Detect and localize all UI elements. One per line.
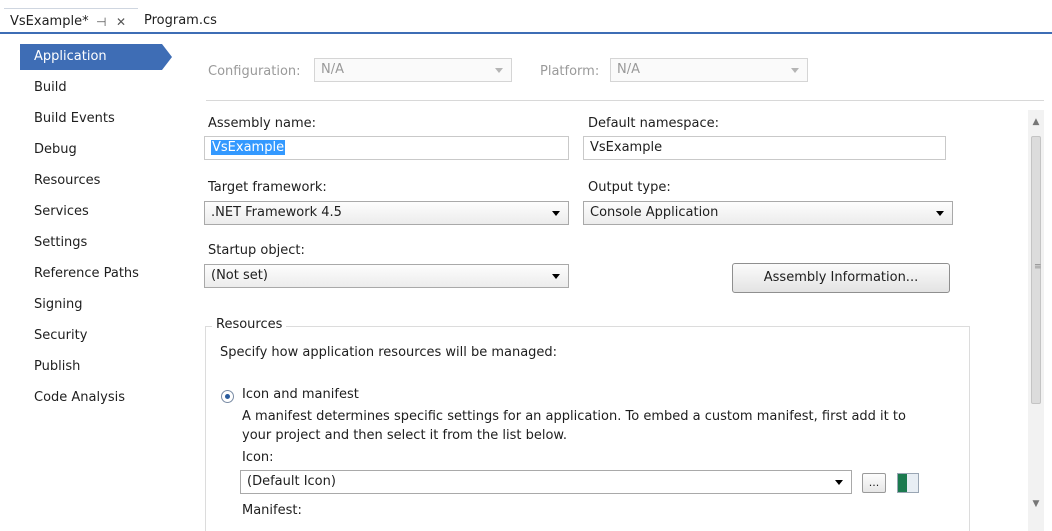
sidebar-item-build-events[interactable]: Build Events [20,106,162,132]
manifest-help-line-2: your project and then select it from the… [242,428,567,443]
sidebar-item-signing[interactable]: Signing [20,292,162,318]
resources-description: Specify how application resources will b… [220,345,558,360]
sidebar-item-label: Build Events [34,111,115,126]
assembly-name-input[interactable]: VsExample [204,136,569,160]
scrollbar-thumb[interactable]: ≡ [1031,136,1042,404]
sidebar-item-label: Services [34,204,89,219]
output-type-label: Output type: [588,180,671,195]
sidebar-item-label: Publish [34,359,81,374]
icon-and-manifest-label: Icon and manifest [242,387,359,402]
chevron-down-icon [791,68,799,73]
sidebar-item-label: Resources [34,173,101,188]
scroll-up-icon[interactable]: ▲ [1028,114,1044,130]
tab-accent-line [0,32,1052,34]
sidebar-item-reference-paths[interactable]: Reference Paths [20,261,162,287]
default-namespace-label: Default namespace: [588,116,720,131]
resources-group-title: Resources [212,317,287,332]
sidebar-item-label: Settings [34,235,88,250]
tab-vsexample[interactable]: VsExample* ⊣ ✕ [4,8,138,34]
output-type-dropdown[interactable]: Console Application [583,201,953,225]
sidebar-item-services[interactable]: Services [20,199,162,225]
target-framework-dropdown[interactable]: .NET Framework 4.5 [204,201,569,225]
sidebar-item-settings[interactable]: Settings [20,230,162,256]
sidebar-item-resources[interactable]: Resources [20,168,162,194]
icon-dropdown[interactable]: (Default Icon) [240,470,852,494]
icon-label: Icon: [242,450,274,465]
selected-arrow-icon [162,44,172,70]
manifest-label: Manifest: [242,503,302,518]
platform-label: Platform: [540,64,600,79]
icon-and-manifest-radio[interactable] [221,390,234,403]
startup-object-dropdown[interactable]: (Not set) [204,264,569,288]
chevron-down-icon [936,211,944,216]
tab-vsexample-label: VsExample* [10,14,89,29]
document-tab-bar: VsExample* ⊣ ✕ Program.cs [0,0,1052,34]
browse-icon-button[interactable]: ... [862,473,886,493]
sidebar-item-label: Application [34,49,107,64]
configuration-value: N/A [321,62,344,77]
assembly-information-button[interactable]: Assembly Information... [732,263,950,293]
sidebar-item-debug[interactable]: Debug [20,137,162,163]
assembly-name-value: VsExample [211,140,286,155]
chevron-down-icon [495,68,503,73]
configuration-dropdown[interactable]: N/A [314,58,512,82]
chevron-down-icon [552,274,560,279]
platform-dropdown[interactable]: N/A [610,58,808,82]
startup-object-value: (Not set) [211,268,268,283]
vertical-scrollbar[interactable]: ▲ ≡ ▼ [1028,110,1044,531]
divider [206,100,1044,101]
sidebar-item-label: Reference Paths [34,266,139,281]
assembly-name-label: Assembly name: [208,116,317,131]
sidebar-item-publish[interactable]: Publish [20,354,162,380]
sidebar-item-label: Debug [34,142,77,157]
default-namespace-value: VsExample [590,140,663,155]
sidebar-item-application[interactable]: Application [20,44,172,70]
configuration-label: Configuration: [208,64,301,79]
target-framework-value: .NET Framework 4.5 [211,205,342,220]
chevron-down-icon [552,211,560,216]
sidebar-item-code-analysis[interactable]: Code Analysis [20,385,162,411]
sidebar-item-label: Build [34,80,67,95]
output-type-value: Console Application [590,205,719,220]
target-framework-label: Target framework: [208,180,327,195]
manifest-help-line-1: A manifest determines specific settings … [242,409,906,424]
startup-object-label: Startup object: [208,243,305,258]
sidebar-item-label: Code Analysis [34,390,125,405]
sidebar-item-label: Signing [34,297,83,312]
scroll-down-icon[interactable]: ▼ [1028,496,1044,512]
sidebar-item-build[interactable]: Build [20,75,162,101]
tab-program-cs-label: Program.cs [144,13,217,28]
application-icon-preview [897,473,919,493]
icon-value: (Default Icon) [247,474,336,489]
tab-program-cs[interactable]: Program.cs [140,8,217,34]
default-namespace-input[interactable]: VsExample [583,136,946,160]
grip-icon: ≡ [1034,262,1042,272]
chevron-down-icon [835,480,843,485]
sidebar-item-security[interactable]: Security [20,323,162,349]
sidebar-item-label: Security [34,328,88,343]
platform-value: N/A [617,62,640,77]
